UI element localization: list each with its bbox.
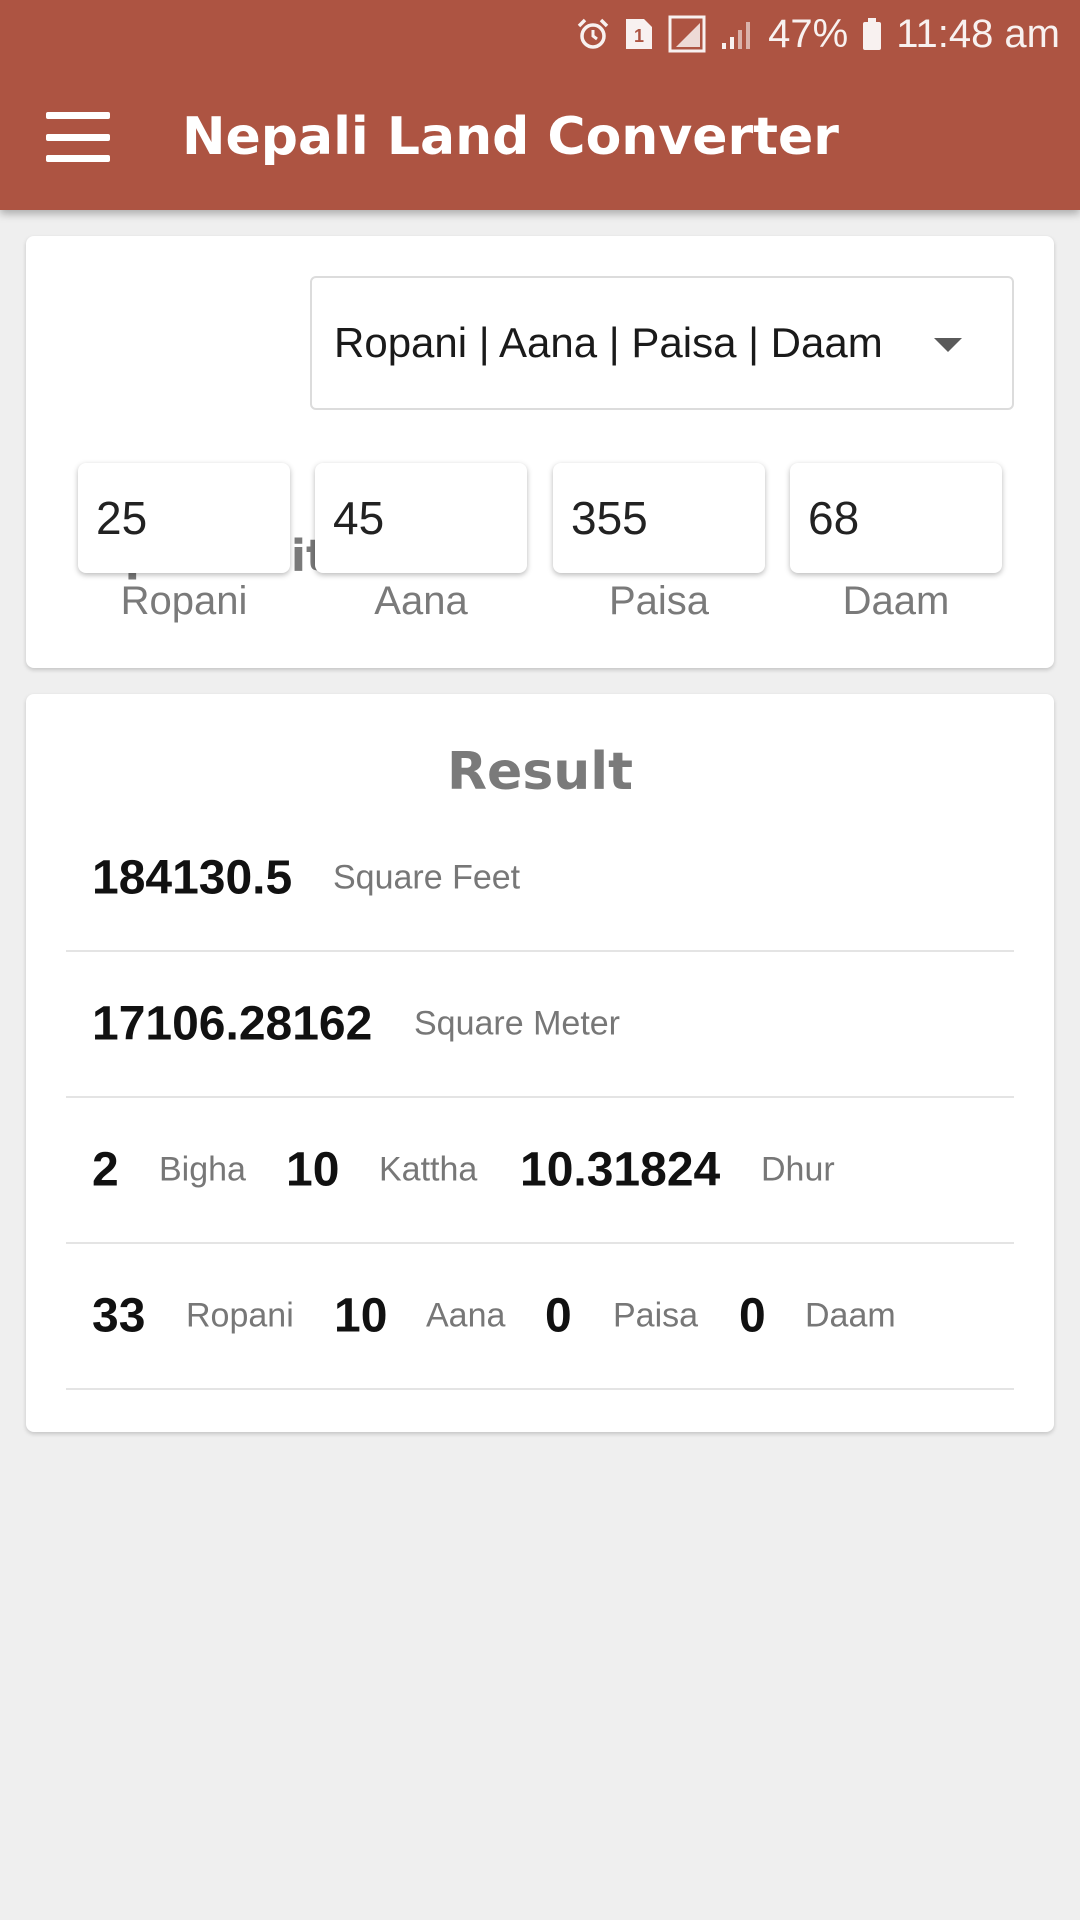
paisa-label: Paisa [608, 579, 710, 623]
daam-result-unit: Daam [805, 1296, 896, 1335]
daam-input[interactable]: 68 [790, 463, 1002, 573]
app-bar: 1 47% 11:48 am Nepali Land Converter [0, 0, 1080, 210]
result-row-ropani: 33 Ropani 10 Aana 0 Paisa 0 Daam [66, 1244, 1014, 1390]
square-meter-unit: Square Meter [414, 1004, 620, 1043]
ropani-result-unit: Ropani [186, 1296, 294, 1335]
alarm-icon [576, 17, 610, 51]
selected-unit: Ropani | Aana | Paisa | Daam [334, 319, 883, 366]
daam-result-value: 0 [739, 1289, 766, 1343]
square-meter-value: 17106.28162 [92, 997, 373, 1051]
dropdown-arrow-icon [934, 338, 962, 352]
status-bar: 1 47% 11:48 am [576, 0, 1060, 68]
kattha-value: 10 [286, 1143, 340, 1197]
clock: 11:48 am [896, 11, 1060, 56]
aana-input[interactable]: 45 [315, 463, 527, 573]
aana-label: Aana [374, 579, 468, 623]
battery-icon [862, 17, 882, 51]
ropani-result-value: 33 [92, 1289, 146, 1343]
aana-result-value: 10 [334, 1289, 388, 1343]
square-feet-value: 184130.5 [92, 851, 293, 905]
result-row-square-feet: 184130.5 Square Feet [66, 806, 1014, 952]
paisa-result-value: 0 [545, 1289, 572, 1343]
battery-percent: 47% [768, 11, 849, 56]
input-unit-dropdown[interactable]: Ropani | Aana | Paisa | Daam [310, 276, 1014, 410]
signal-icon [720, 17, 754, 51]
ropani-label: Ropani [120, 579, 248, 623]
aana-result-unit: Aana [426, 1296, 506, 1335]
bigha-unit: Bigha [159, 1150, 246, 1189]
signal-icon [668, 15, 706, 53]
input-card: Input Unit Ropani | Aana | Paisa | Daam … [26, 236, 1054, 668]
paisa-result-unit: Paisa [613, 1296, 699, 1335]
dhur-value: 10.31824 [520, 1143, 721, 1197]
sim-1-icon: 1 [624, 17, 654, 51]
paisa-input[interactable]: 355 [553, 463, 765, 573]
svg-text:1: 1 [634, 26, 644, 46]
result-row-bigha: 2 Bigha 10 Kattha 10.31824 Dhur [66, 1098, 1014, 1244]
menu-icon[interactable] [46, 112, 110, 162]
bigha-value: 2 [92, 1143, 119, 1197]
kattha-unit: Kattha [379, 1150, 478, 1189]
app-title: Nepali Land Converter [182, 107, 839, 167]
dhur-unit: Dhur [761, 1150, 835, 1189]
result-title: Result [447, 742, 633, 802]
daam-label: Daam [842, 579, 950, 623]
ropani-input[interactable]: 25 [78, 463, 290, 573]
result-row-square-meter: 17106.28162 Square Meter [66, 952, 1014, 1098]
square-feet-unit: Square Feet [333, 858, 521, 897]
